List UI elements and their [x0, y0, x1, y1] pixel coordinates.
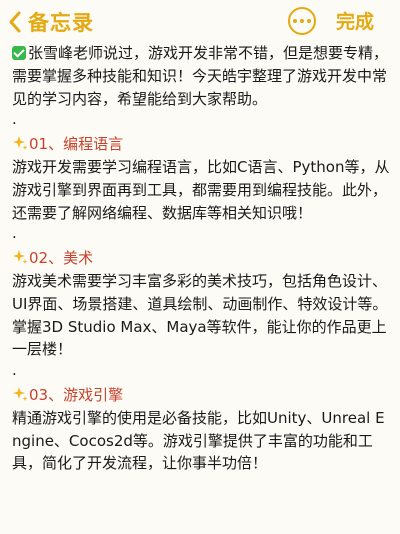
separator: . — [12, 110, 17, 129]
section-heading-text: 02、美术 — [29, 249, 94, 268]
section-body: 精通游戏引擎的使用是必备技能，比如Unity、Unreal Engine、Coc… — [12, 408, 385, 473]
sparkle-icon — [13, 250, 28, 265]
section-heading-text: 01、编程语言 — [29, 135, 124, 154]
note-body[interactable]: 张雪峰老师说过，游戏开发非常不错，但是想要专精，需要掌握多种技能和知识！今天皓宇… — [12, 42, 394, 475]
sparkle-icon — [13, 136, 28, 151]
more-options-icon[interactable] — [288, 7, 316, 35]
section-body: 游戏开发需要学习编程语言，比如C语言、Python等，从游戏引擎到界面再到工具，… — [12, 157, 390, 222]
top-bar: 备忘录 完成 — [0, 0, 400, 44]
separator: . — [12, 361, 17, 380]
intro-paragraph: 张雪峰老师说过，游戏开发非常不错，但是想要专精，需要掌握多种技能和知识！今天皓宇… — [12, 42, 394, 110]
section-body: 游戏美术需要学习丰富多彩的美术技巧，包括角色设计、UI界面、场景搭建、道具绘制、… — [12, 271, 388, 359]
more-dot — [307, 19, 311, 23]
more-dot — [293, 19, 297, 23]
intro-text: 张雪峰老师说过，游戏开发非常不错，但是想要专精，需要掌握多种技能和知识！今天皓宇… — [12, 44, 389, 108]
section-heading: 01、编程语言 — [12, 133, 394, 156]
sparkle-icon — [13, 386, 28, 401]
section-heading: 02、美术 — [12, 247, 394, 270]
chevron-left-icon — [9, 11, 21, 33]
separator: . — [12, 224, 17, 243]
back-button[interactable]: 备忘录 — [8, 7, 94, 37]
section-heading-text: 03、游戏引擎 — [29, 385, 124, 404]
section-heading: 03、游戏引擎 — [12, 384, 394, 407]
done-button[interactable]: 完成 — [336, 8, 374, 36]
check-icon — [12, 46, 26, 60]
more-dot — [300, 19, 304, 23]
back-label: 备忘录 — [28, 11, 94, 35]
